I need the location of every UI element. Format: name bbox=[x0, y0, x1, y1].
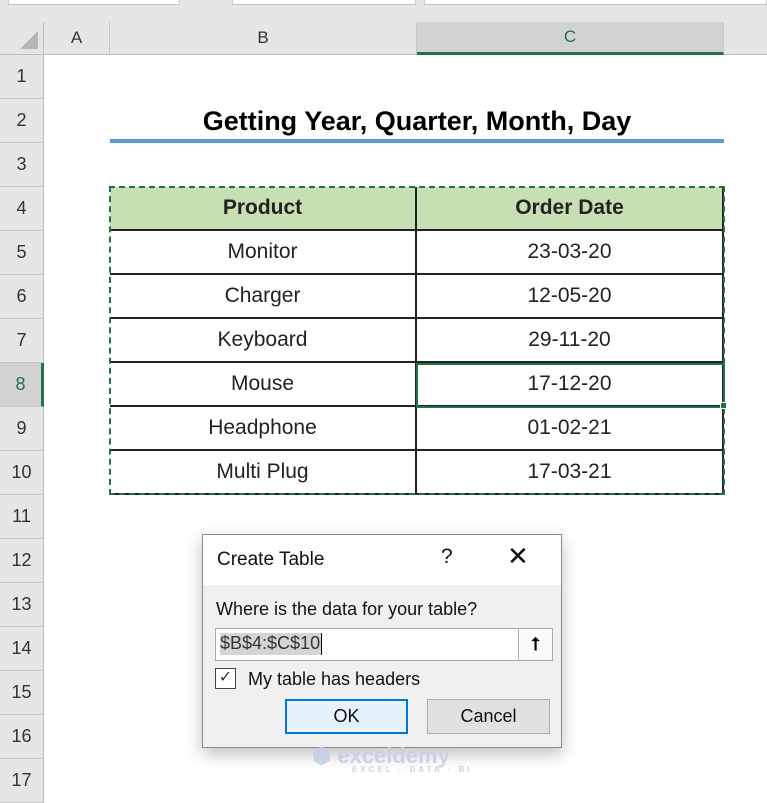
table-cell[interactable]: Headphone bbox=[110, 407, 417, 451]
select-all-button[interactable] bbox=[0, 22, 44, 55]
row-header-6[interactable]: 6 bbox=[0, 275, 44, 319]
column-header-b[interactable]: B bbox=[110, 22, 417, 55]
sheet-title: Getting Year, Quarter, Month, Day bbox=[110, 99, 724, 143]
table-cell[interactable]: Multi Plug bbox=[110, 451, 417, 495]
row-header-2[interactable]: 2 bbox=[0, 99, 44, 143]
name-box[interactable] bbox=[8, 0, 180, 5]
watermark-logo: ⬢ exceldemy EXCEL · DATA · BI bbox=[312, 743, 473, 774]
row-header-3[interactable]: 3 bbox=[0, 143, 44, 187]
row-header-16[interactable]: 16 bbox=[0, 715, 44, 759]
column-header-c[interactable]: C bbox=[417, 22, 724, 55]
column-header-d[interactable] bbox=[724, 22, 767, 55]
row-header-13[interactable]: 13 bbox=[0, 583, 44, 627]
headers-checkbox[interactable]: ✓ bbox=[215, 668, 236, 689]
formula-bar-area bbox=[0, 0, 767, 22]
row-header-12[interactable]: 12 bbox=[0, 539, 44, 583]
create-table-dialog: Create Table ? ✕ Where is the data for y… bbox=[202, 534, 562, 748]
formula-input[interactable] bbox=[424, 0, 767, 5]
active-cell bbox=[416, 363, 725, 408]
range-value: $B$4:$C$10 bbox=[220, 633, 323, 655]
column-header-a[interactable]: A bbox=[44, 22, 110, 55]
help-icon[interactable]: ? bbox=[441, 545, 453, 569]
table-cell[interactable]: 17-03-21 bbox=[417, 451, 724, 495]
row-header-7[interactable]: 7 bbox=[0, 319, 44, 363]
table-cell[interactable]: Mouse bbox=[110, 363, 417, 407]
table-cell[interactable]: 29-11-20 bbox=[417, 319, 724, 363]
row-header-15[interactable]: 15 bbox=[0, 671, 44, 715]
headers-checkbox-label[interactable]: My table has headers bbox=[248, 669, 420, 690]
ok-button[interactable]: OK bbox=[285, 699, 408, 734]
table-header-cell[interactable]: Order Date bbox=[417, 187, 724, 231]
table-cell[interactable]: 23-03-20 bbox=[417, 231, 724, 275]
row-header-14[interactable]: 14 bbox=[0, 627, 44, 671]
table-cell[interactable]: Monitor bbox=[110, 231, 417, 275]
table-cell[interactable]: Charger bbox=[110, 275, 417, 319]
row-header-9[interactable]: 9 bbox=[0, 407, 44, 451]
dialog-title: Create Table bbox=[217, 549, 325, 570]
collapse-dialog-icon[interactable]: ⭡ bbox=[518, 629, 552, 660]
table-header-cell[interactable]: Product bbox=[110, 187, 417, 231]
row-header-4[interactable]: 4 bbox=[0, 187, 44, 231]
toolbar-box[interactable] bbox=[232, 0, 416, 5]
fill-handle[interactable] bbox=[720, 402, 727, 409]
dialog-titlebar: Create Table ? ✕ bbox=[203, 535, 561, 585]
row-header-8[interactable]: 8 bbox=[0, 363, 44, 407]
range-prompt: Where is the data for your table? bbox=[216, 599, 478, 619]
row-header-10[interactable]: 10 bbox=[0, 451, 44, 495]
cancel-button[interactable]: Cancel bbox=[427, 699, 550, 734]
table-cell[interactable]: 12-05-20 bbox=[417, 275, 724, 319]
row-header-1[interactable]: 1 bbox=[0, 55, 44, 99]
table-cell[interactable]: Keyboard bbox=[110, 319, 417, 363]
table-cell[interactable]: 01-02-21 bbox=[417, 407, 724, 451]
row-header-5[interactable]: 5 bbox=[0, 231, 44, 275]
range-input[interactable]: $B$4:$C$10 ⭡ bbox=[215, 628, 553, 661]
close-icon[interactable]: ✕ bbox=[507, 541, 529, 572]
row-header-17[interactable]: 17 bbox=[0, 759, 44, 803]
row-header-11[interactable]: 11 bbox=[0, 495, 44, 539]
